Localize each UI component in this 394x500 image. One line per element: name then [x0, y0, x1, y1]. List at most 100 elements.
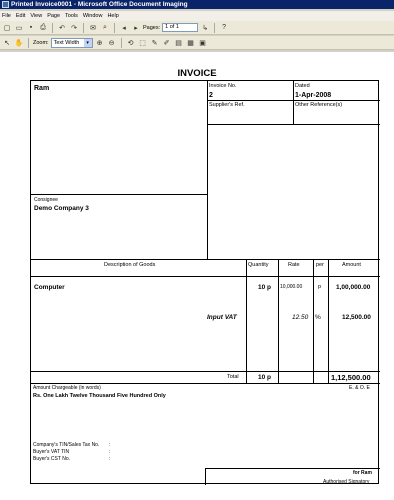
rotate-icon[interactable]: ⟲ [126, 38, 136, 48]
next-page-icon[interactable]: ▸ [131, 23, 141, 33]
help-icon[interactable]: ? [219, 23, 229, 33]
chevron-down-icon[interactable]: ▾ [83, 38, 92, 47]
toolbar-separator [114, 22, 115, 33]
buyer-cst-colon: : [109, 456, 111, 462]
buyer-cst-label: Buyer's CST No. [33, 456, 70, 462]
amount-column-line [328, 259, 329, 383]
seller-name: Ram [34, 85, 50, 92]
signature-left-line [205, 468, 206, 485]
column-quantity: Quantity [248, 262, 269, 268]
item-per: p [318, 284, 322, 290]
menu-tools[interactable]: Tools [65, 13, 78, 19]
column-description: Description of Goods [104, 262, 156, 268]
zoom-in-icon[interactable]: ⊕ [95, 38, 105, 48]
zoom-label: Zoom: [33, 39, 49, 46]
dated-label: Dated [295, 83, 310, 89]
authorised-signatory: Authorised Signatory [323, 479, 370, 485]
pages-control: Pages: 1 of 1 [143, 23, 199, 32]
toolbar-separator [28, 37, 29, 48]
per-column-line [313, 259, 314, 383]
item-amount: 1,00,000.00 [336, 284, 371, 291]
tax-description: Input VAT [207, 314, 237, 321]
seller-consignee-divider [31, 194, 207, 195]
hand-icon[interactable]: ✋ [14, 38, 24, 48]
company-tin-colon: : [109, 442, 111, 448]
title-bar: Printed Invoice0001 - Microsoft Office D… [0, 0, 394, 9]
signature-top-line [205, 468, 380, 469]
picture-icon[interactable]: ▦ [186, 38, 196, 48]
zoom-select[interactable]: Text Width ▾ [50, 37, 93, 48]
item-rate: 10,000.00 [280, 284, 303, 290]
menu-window[interactable]: Window [83, 13, 103, 19]
toolbar-separator [214, 22, 216, 33]
annotation-toolbar: ↖ ✋ Zoom: Text Width ▾ ⊕ ⊖ ⟲ ⬚ ✎ ✐ ▤ ▦ ▣ [0, 36, 394, 50]
menu-page[interactable]: Page [47, 13, 60, 19]
buyer-vat-colon: : [109, 449, 111, 455]
invoice-no-value: 2 [209, 92, 213, 99]
tax-rate: 12.50 [292, 314, 309, 321]
zoom-out-icon[interactable]: ⊖ [107, 38, 117, 48]
standard-toolbar: ▢ ▭ ▪ ⎙ ↶ ↷ ✉ ⌕ ◂ ▸ Pages: 1 of 1 ↳ ? [0, 21, 394, 35]
pen-icon[interactable]: ✎ [150, 38, 160, 48]
total-label: Total [227, 374, 239, 380]
item-description: Computer [34, 284, 65, 291]
consignee-label: Consignee [34, 197, 58, 203]
app-window: Printed Invoice0001 - Microsoft Office D… [0, 0, 394, 500]
buyer-vat-label: Buyer's VAT TIN [33, 449, 70, 455]
column-per: per [316, 262, 324, 268]
amount-in-words: Rs. One Lakh Twelve Thousand Five Hundre… [33, 393, 166, 399]
amount-words-label: Amount Chargeable (in words) [33, 385, 101, 391]
new-document-icon[interactable]: ▢ [2, 23, 12, 33]
select-text-icon[interactable]: ⬚ [138, 38, 148, 48]
pages-label: Pages: [143, 24, 161, 31]
redo-icon[interactable]: ↷ [69, 23, 79, 33]
go-to-page-icon[interactable]: ↳ [200, 23, 210, 33]
tax-per: % [315, 314, 321, 321]
other-ref-label: Other Reference(s) [295, 102, 343, 108]
dated-value: 1-Apr-2008 [295, 92, 332, 99]
zoom-value: Text Width [53, 39, 80, 46]
text-box-icon[interactable]: ▤ [174, 38, 184, 48]
document-page: INVOICE Ram Invoice No. 2 Dated 1-Apr-20… [0, 52, 394, 500]
invoice-frame: Ram Invoice No. 2 Dated 1-Apr-2008 Suppl… [30, 80, 380, 485]
undo-icon[interactable]: ↶ [57, 23, 67, 33]
item-quantity: 10 p [258, 284, 272, 291]
pages-input[interactable]: 1 of 1 [162, 23, 199, 32]
eoe-label: E. & O. E [349, 385, 370, 391]
find-icon[interactable]: ⌕ [100, 23, 110, 33]
menu-file[interactable]: File [2, 13, 11, 19]
total-quantity: 10 p [258, 374, 272, 381]
toolbar-separator [120, 37, 122, 48]
menu-edit[interactable]: Edit [16, 13, 25, 19]
highlighter-icon[interactable]: ✐ [162, 38, 172, 48]
total-bottom-line [31, 383, 380, 384]
save-icon[interactable]: ▪ [26, 23, 36, 33]
quantity-column-line [246, 259, 247, 383]
dated-divider [293, 81, 294, 124]
read-only-icon[interactable]: ▣ [198, 38, 208, 48]
tax-amount: 12,500.00 [342, 314, 371, 321]
invoice-no-label: Invoice No. [209, 83, 237, 89]
consignee-name: Demo Company 3 [34, 205, 89, 212]
ref-bottom-divider [207, 124, 380, 125]
send-icon[interactable]: ✉ [88, 23, 98, 33]
print-icon[interactable]: ⎙ [38, 23, 48, 33]
company-tin-label: Company's TIN/Sales Tax No. [33, 442, 100, 448]
for-company: for Ram [353, 470, 372, 476]
toolbar-separator [83, 22, 84, 33]
previous-page-icon[interactable]: ◂ [119, 23, 129, 33]
toolbar-separator [52, 22, 53, 33]
total-amount: 1,12,500.00 [331, 373, 371, 382]
select-pointer-icon[interactable]: ↖ [2, 38, 12, 48]
header-divider [207, 81, 208, 259]
open-folder-icon[interactable]: ▭ [14, 23, 24, 33]
app-icon [2, 1, 9, 8]
column-amount: Amount [342, 262, 361, 268]
suppliers-ref-label: Supplier's Ref. [209, 102, 245, 108]
menu-view[interactable]: View [30, 13, 42, 19]
menu-bar: File Edit View Page Tools Window Help [0, 11, 394, 21]
window-title: Printed Invoice0001 - Microsoft Office D… [11, 1, 188, 8]
rate-column-line [278, 259, 279, 383]
column-rate: Rate [288, 262, 300, 268]
menu-help[interactable]: Help [107, 13, 118, 19]
